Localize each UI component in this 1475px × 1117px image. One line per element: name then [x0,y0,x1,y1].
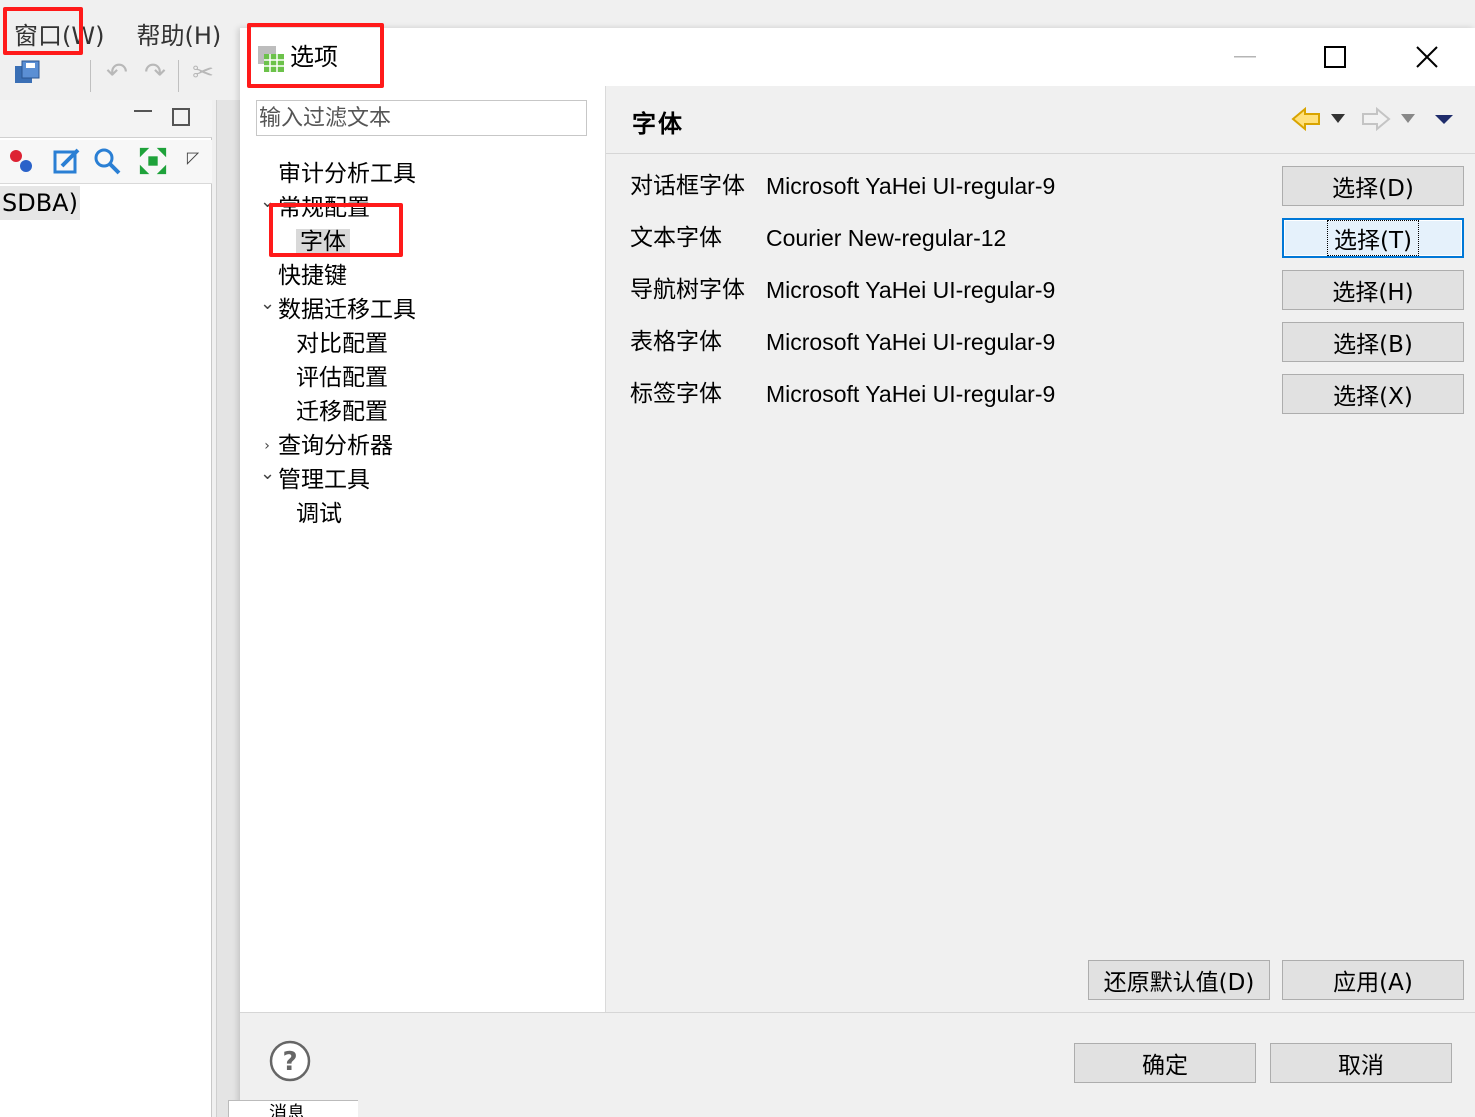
choose-font-button[interactable]: 选择(H) [1282,270,1464,310]
maximize-button[interactable] [1310,36,1360,78]
tree-item-label: 快捷键 [278,263,347,289]
restore-defaults-button[interactable]: 还原默认值(D) [1088,960,1270,1000]
tree-item[interactable]: ⌄ 常规配置 [260,191,370,224]
connect-icon[interactable] [6,146,36,176]
help-icon[interactable]: ? [268,1039,312,1083]
tree-item-label: 常规配置 [278,195,370,221]
menu-help[interactable]: 帮助(H) [136,16,221,51]
choose-font-button[interactable]: 选择(X) [1282,374,1464,414]
tree-item[interactable]: 审计分析工具 [278,158,416,190]
chevron-down-icon[interactable]: ⌄ [260,288,275,320]
choose-font-button[interactable]: 选择(D) [1282,166,1464,206]
dialog-button-bar: ? 确定 取消 [240,1012,1475,1117]
redo-icon[interactable]: ↷ [140,58,170,88]
tree-item-label: 管理工具 [278,467,370,493]
choose-font-button-label: 选择(D) [1332,176,1414,202]
tree-item-label: 对比配置 [296,331,388,357]
save-all-icon[interactable] [12,58,42,88]
forward-dropdown-icon[interactable] [1398,104,1418,134]
navigator-panel: ◸ SDBA) [0,100,212,1117]
undo-icon[interactable]: ↶ [102,58,132,88]
font-row-label: 表格字体 [630,329,722,355]
svg-text:?: ? [282,1047,297,1077]
font-row: 对话框字体 Microsoft YaHei UI-regular-9 选择(D) [606,166,1475,206]
tree-item-label: 查询分析器 [278,433,393,459]
font-row-value: Microsoft YaHei UI-regular-9 [766,381,1056,407]
choose-font-button-label: 选择(B) [1333,332,1413,358]
font-row: 导航树字体 Microsoft YaHei UI-regular-9 选择(H) [606,270,1475,310]
navigator-tree-node[interactable]: SDBA) [0,186,80,220]
back-dropdown-icon[interactable] [1328,104,1348,134]
tree-item[interactable]: 调试 [296,498,342,530]
font-row: 文本字体 Courier New-regular-12 选择(T) [606,218,1475,258]
ok-button[interactable]: 确定 [1074,1043,1256,1083]
tree-item-label: 数据迁移工具 [278,297,416,323]
tree-item[interactable]: › 查询分析器 [264,430,393,462]
font-row-label: 文本字体 [630,225,722,251]
dialog-title: 选项 [290,43,338,71]
maximize-view-icon[interactable] [172,108,190,126]
tree-item-label: 迁移配置 [296,399,388,425]
font-row-label: 导航树字体 [630,277,745,303]
apply-button[interactable]: 应用(A) [1282,960,1464,1000]
tree-item[interactable]: ⌄ 管理工具 [260,463,370,496]
cancel-button[interactable]: 取消 [1270,1043,1452,1083]
font-row: 标签字体 Microsoft YaHei UI-regular-9 选择(X) [606,374,1475,414]
choose-font-button[interactable]: 选择(T) [1282,218,1464,258]
search-icon[interactable] [92,146,122,176]
forward-arrow-icon[interactable] [1360,104,1392,134]
tree-item[interactable]: 迁移配置 [296,396,388,428]
edit-icon[interactable] [52,146,82,176]
tree-item[interactable]: 评估配置 [296,362,388,394]
view-menu-icon[interactable]: ◸ [178,142,208,172]
preference-page: 字体 对话框字体 Microsoft YaHei UI-regular-9 选择(D… [606,86,1475,1012]
choose-font-button-label: 选择(H) [1332,280,1414,306]
tree-item-label: 调试 [296,501,342,527]
chevron-down-icon[interactable]: ⌄ [260,458,275,490]
tree-item[interactable]: 对比配置 [296,328,388,360]
chevron-down-icon[interactable]: ⌄ [260,186,275,218]
close-button[interactable] [1402,36,1452,78]
view-menu-dropdown-icon[interactable] [1432,104,1456,134]
minimize-view-icon[interactable] [134,110,152,112]
font-row-label: 对话框字体 [630,173,745,199]
font-row-value: Microsoft YaHei UI-regular-9 [766,277,1056,303]
back-arrow-icon[interactable] [1290,104,1322,134]
menubar: 窗口(W) 帮助(H) [0,10,239,56]
tree-item-label: 字体 [296,229,350,255]
choose-font-button-label: 选择(T) [1327,220,1419,256]
options-app-icon [258,46,284,72]
tree-item-label: 评估配置 [296,365,388,391]
font-row: 表格字体 Microsoft YaHei UI-regular-9 选择(B) [606,322,1475,362]
ide-editor-strip [216,100,240,1117]
cut-icon[interactable]: ✂ [188,58,218,88]
tree-item[interactable]: ⌄ 数据迁移工具 [260,293,416,326]
minimize-button[interactable] [1220,36,1270,78]
filter-input[interactable] [256,100,587,136]
choose-font-button-label: 选择(X) [1333,384,1413,410]
tree-item-label: 审计分析工具 [278,161,416,187]
page-header: 字体 [606,86,1475,154]
options-dialog: 选项 审计分析工具⌄常规配置字体快捷键⌄数据迁移工具对比配置评估配置迁移配置›查… [240,28,1475,1117]
dialog-titlebar: 选项 [240,28,1475,86]
navigator-toolbar: ◸ [0,140,212,184]
choose-font-button[interactable]: 选择(B) [1282,322,1464,362]
font-row-value: Microsoft YaHei UI-regular-9 [766,329,1056,355]
font-row-value: Microsoft YaHei UI-regular-9 [766,173,1056,199]
navigator-panel-header [0,100,212,138]
font-row-value: Courier New-regular-12 [766,225,1007,251]
preference-tree-pane: 审计分析工具⌄常规配置字体快捷键⌄数据迁移工具对比配置评估配置迁移配置›查询分析… [240,86,606,1012]
ide-toolbar: ↶ ↷ ✂ [0,56,240,96]
tree-item[interactable]: 快捷键 [278,260,347,292]
menu-window[interactable]: 窗口(W) [14,16,104,51]
page-title: 字体 [632,110,684,138]
font-row-label: 标签字体 [630,381,722,407]
tree-item[interactable]: 字体 [296,226,350,258]
messages-tab[interactable]: 消息 [228,1100,358,1117]
expand-all-icon[interactable] [138,146,168,176]
